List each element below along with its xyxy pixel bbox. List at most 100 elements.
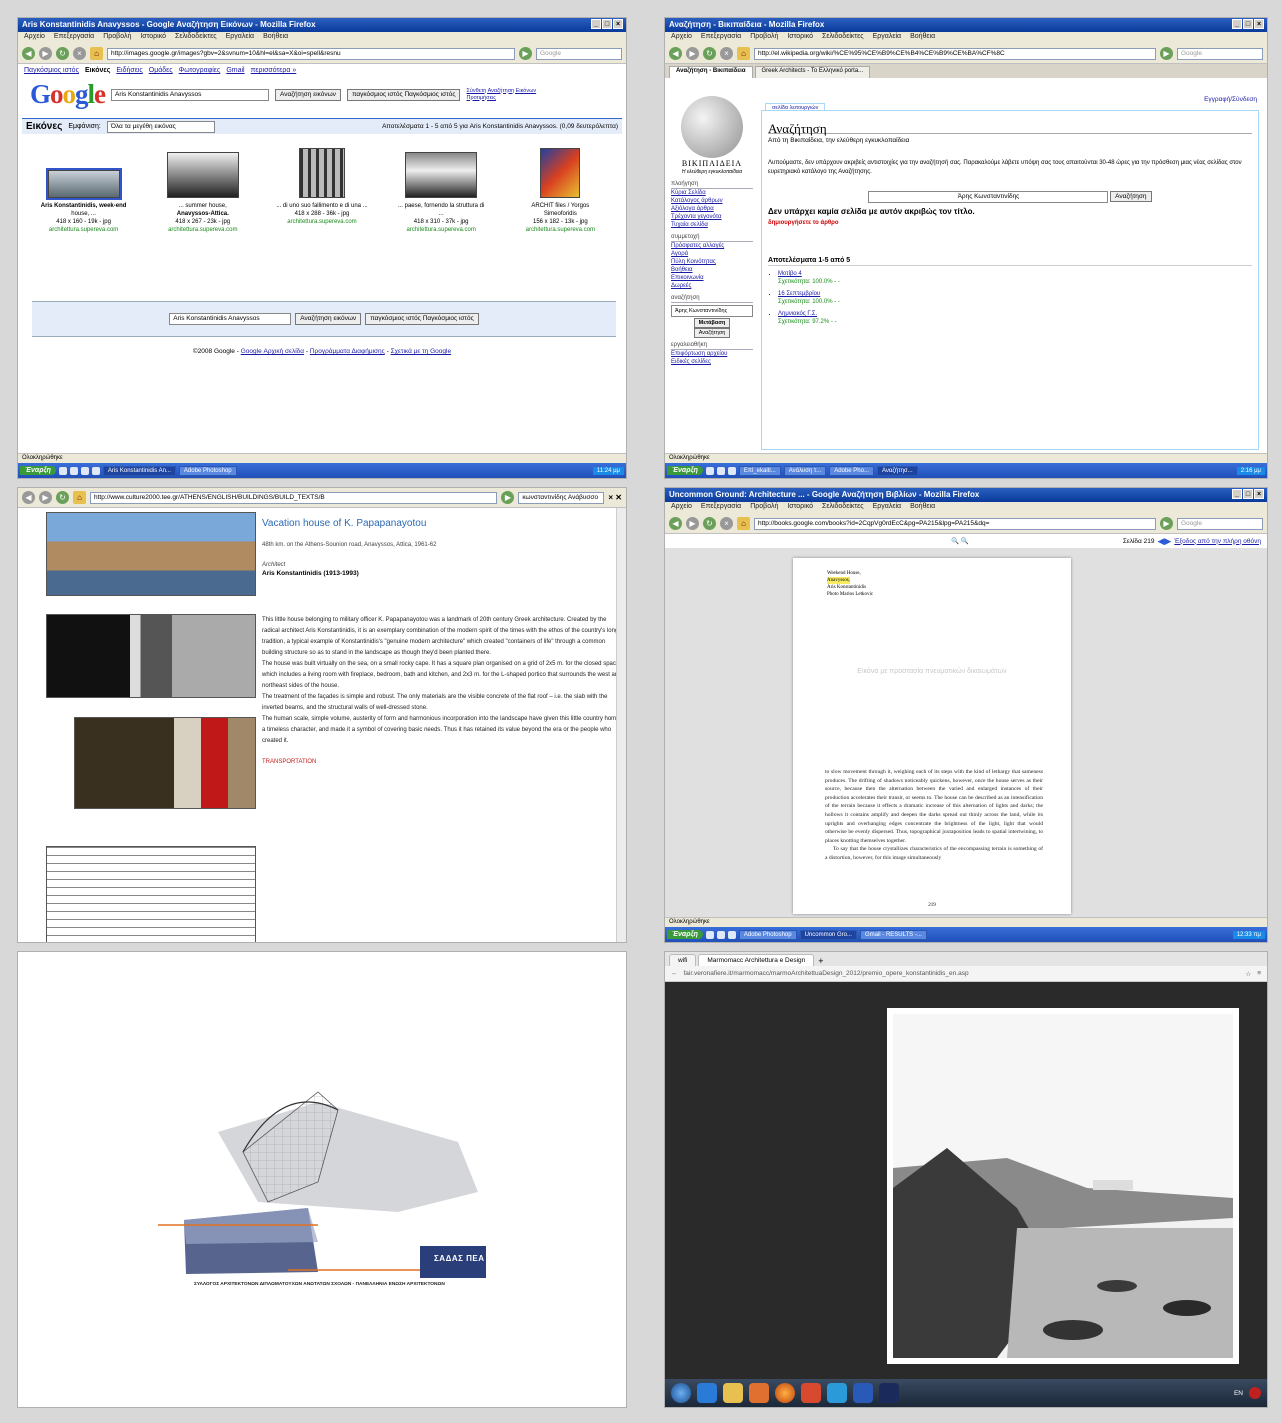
link-gmail[interactable]: Gmail	[226, 67, 244, 74]
main-search-input[interactable]: Άρης Κωνσταντινίδης	[868, 191, 1109, 203]
tab-greek-architects[interactable]: Greek Architects - Το Ελληνικό porta...	[754, 66, 871, 78]
link-web[interactable]: Παγκόσμιος ιστός	[24, 67, 79, 74]
search-box[interactable]: Google	[1177, 47, 1263, 60]
menu-bookmarks[interactable]: Σελιδοδείκτες	[822, 503, 864, 513]
login-link[interactable]: Εγγραφή/Σύνδεση	[1204, 96, 1257, 103]
menu-view[interactable]: Προβολή	[103, 33, 131, 43]
nav-item[interactable]: Αξιόλογα άρθρα	[671, 205, 753, 213]
main-search-button[interactable]: Αναζήτηση	[1110, 191, 1152, 202]
close-icon[interactable]: ×	[613, 19, 623, 29]
menu-view[interactable]: Προβολή	[750, 33, 778, 43]
link-photos[interactable]: Φωτογραφίες	[179, 67, 221, 74]
menu-history[interactable]: Ιστορικό	[787, 503, 813, 513]
tray-icon[interactable]	[1249, 1387, 1261, 1399]
back-icon[interactable]: ◀	[669, 47, 682, 60]
menu-icon[interactable]: ≡	[1257, 970, 1261, 977]
google-home-link[interactable]: Google Αρχική σελίδα	[241, 348, 304, 355]
menu-edit[interactable]: Επεξεργασία	[701, 503, 741, 513]
home-icon[interactable]: ⌂	[737, 47, 750, 60]
google-query-input[interactable]: Aris Konstantinidis Anavyssos	[111, 88, 270, 101]
thumbnail[interactable]	[45, 168, 122, 200]
minimize-icon[interactable]: _	[1232, 489, 1242, 499]
nav-item[interactable]: Τρέχοντα γεγονότα	[671, 213, 753, 221]
advanced-search-link[interactable]: Σύνθετη Αναζήτηση Εικόνων	[466, 88, 536, 95]
search-images-button[interactable]: Αναζήτηση εικόνων	[275, 88, 341, 101]
maximize-icon[interactable]: □	[1243, 19, 1253, 29]
stop-icon[interactable]: ×	[73, 47, 86, 60]
maximize-icon[interactable]: □	[602, 19, 612, 29]
thumbnail[interactable]	[405, 152, 478, 198]
sidebar-search-input[interactable]: Άρης Κωνσταντινίδης	[671, 305, 753, 317]
bw-coast-photo[interactable]	[887, 1008, 1239, 1364]
back-icon[interactable]: ◀	[669, 517, 682, 530]
tab-wikipedia[interactable]: Αναζήτηση - Βικιπαίδεια	[669, 66, 753, 78]
menu-edit[interactable]: Επεξεργασία	[701, 33, 741, 43]
menu-history[interactable]: Ιστορικό	[140, 33, 166, 43]
menu-tools[interactable]: Εργαλεία	[873, 503, 901, 513]
quicklaunch-icon[interactable]	[705, 930, 714, 939]
quicklaunch-icon[interactable]	[58, 466, 67, 475]
menu-help[interactable]: Βοήθεια	[263, 33, 288, 43]
vertical-scrollbar[interactable]	[616, 508, 626, 942]
link-news[interactable]: Ειδήσεις	[116, 67, 142, 74]
forward-icon[interactable]: ▶	[686, 517, 699, 530]
thumbnail[interactable]	[166, 152, 239, 198]
nav-item[interactable]: Κύρια Σελίδα	[671, 189, 753, 197]
menu-view[interactable]: Προβολή	[750, 503, 778, 513]
nav-item[interactable]: Αγορά	[671, 250, 753, 258]
powerpoint-icon[interactable]	[801, 1383, 821, 1403]
quicklaunch-icon[interactable]	[69, 466, 78, 475]
language-indicator[interactable]: EN	[1234, 1390, 1243, 1397]
task-item[interactable]: Ανάλυση τ...	[783, 465, 827, 476]
close-icon[interactable]: ×	[1254, 489, 1264, 499]
menu-bookmarks[interactable]: Σελιδοδείκτες	[822, 33, 864, 43]
star-icon[interactable]: ☆	[1245, 970, 1251, 978]
back-icon[interactable]: ◀	[22, 47, 35, 60]
url-bar[interactable]: http://images.google.gr/images?gbv=2&svn…	[107, 47, 515, 60]
create-article-link[interactable]: δημιουργήσετε το άρθρο	[768, 219, 1252, 227]
nav-item[interactable]: Δωρεές	[671, 282, 753, 290]
photoshop-icon[interactable]	[879, 1383, 899, 1403]
windows-start-icon[interactable]	[671, 1383, 691, 1403]
quicklaunch-icon[interactable]	[716, 466, 725, 475]
bottom-query-input[interactable]: Aris Konstantinidis Anavyssos	[169, 313, 292, 325]
image-result[interactable]: ARCHIT files / Yorgos Simeoforidis 156 x 1…	[508, 148, 612, 234]
nav-item[interactable]: Πρόσφατες αλλαγές	[671, 242, 753, 250]
start-button[interactable]: Έναρξη	[667, 466, 703, 475]
search-web-button[interactable]: παγκόσμιος ιστός Παγκόσμιος ιστός	[346, 88, 461, 101]
page-nav-arrows[interactable]: ◀▶	[1157, 536, 1171, 547]
tab-wifi[interactable]: wifi	[669, 954, 697, 966]
image-result[interactable]: Aris Konstantinidis, week-end house, ... 4…	[32, 148, 136, 234]
task-photoshop[interactable]: Adobe Photoshop	[178, 465, 237, 476]
nav-item[interactable]: Πύλη Κοινότητας	[671, 258, 753, 266]
home-icon[interactable]: ⌂	[737, 517, 750, 530]
folder-icon[interactable]	[723, 1383, 743, 1403]
forward-icon[interactable]: ▶	[39, 491, 52, 504]
task-item[interactable]: Gmail - RESULTS -...	[859, 929, 927, 940]
search-box[interactable]: κωνσταντινίδης Ανάβυσσο	[518, 491, 605, 504]
tool-item[interactable]: Επιφόρτωση αρχείου	[671, 350, 753, 358]
menu-file[interactable]: Αρχείο	[671, 503, 692, 513]
exit-fullscreen-link[interactable]: Έξοδος από την πλήρη οθόνη	[1174, 538, 1261, 545]
task-item[interactable]: Adobe Photoshop	[738, 929, 797, 940]
nav-item[interactable]: Βοήθεια	[671, 266, 753, 274]
ie-icon[interactable]	[697, 1383, 717, 1403]
start-button[interactable]: Έναρξη	[20, 466, 56, 475]
image-result[interactable]: ... paese, fornendo la struttura di... 41…	[389, 148, 493, 234]
forward-icon[interactable]: ▶	[686, 47, 699, 60]
menu-bookmarks[interactable]: Σελιδοδείκτες	[175, 33, 217, 43]
close-icon[interactable]: ×	[1254, 19, 1264, 29]
stop-icon[interactable]: ×	[720, 47, 733, 60]
advertising-link[interactable]: Προγράμματα Διαφήμισης	[310, 348, 385, 355]
url-text[interactable]: fair.veronafiere.it/marmomacc/marmoArchi…	[684, 970, 969, 977]
search-box[interactable]: Google	[536, 47, 622, 60]
task-item[interactable]: Επί_ekaiti...	[738, 465, 781, 476]
link-more[interactable]: περισσότερα »	[251, 67, 297, 74]
image-result[interactable]: ... di uno suo fallimento e di una ... 41…	[270, 148, 374, 234]
bottom-search-images-button[interactable]: Αναζήτηση εικόνων	[295, 313, 362, 325]
thumbnail[interactable]	[540, 148, 581, 198]
wikipedia-globe-icon[interactable]	[681, 96, 743, 158]
url-bar[interactable]: http://www.culture2000.tee.gr/ATHENS/ENG…	[90, 491, 498, 504]
nav-item[interactable]: Κατάλογος άρθρων	[671, 197, 753, 205]
menu-tools[interactable]: Εργαλεία	[226, 33, 254, 43]
